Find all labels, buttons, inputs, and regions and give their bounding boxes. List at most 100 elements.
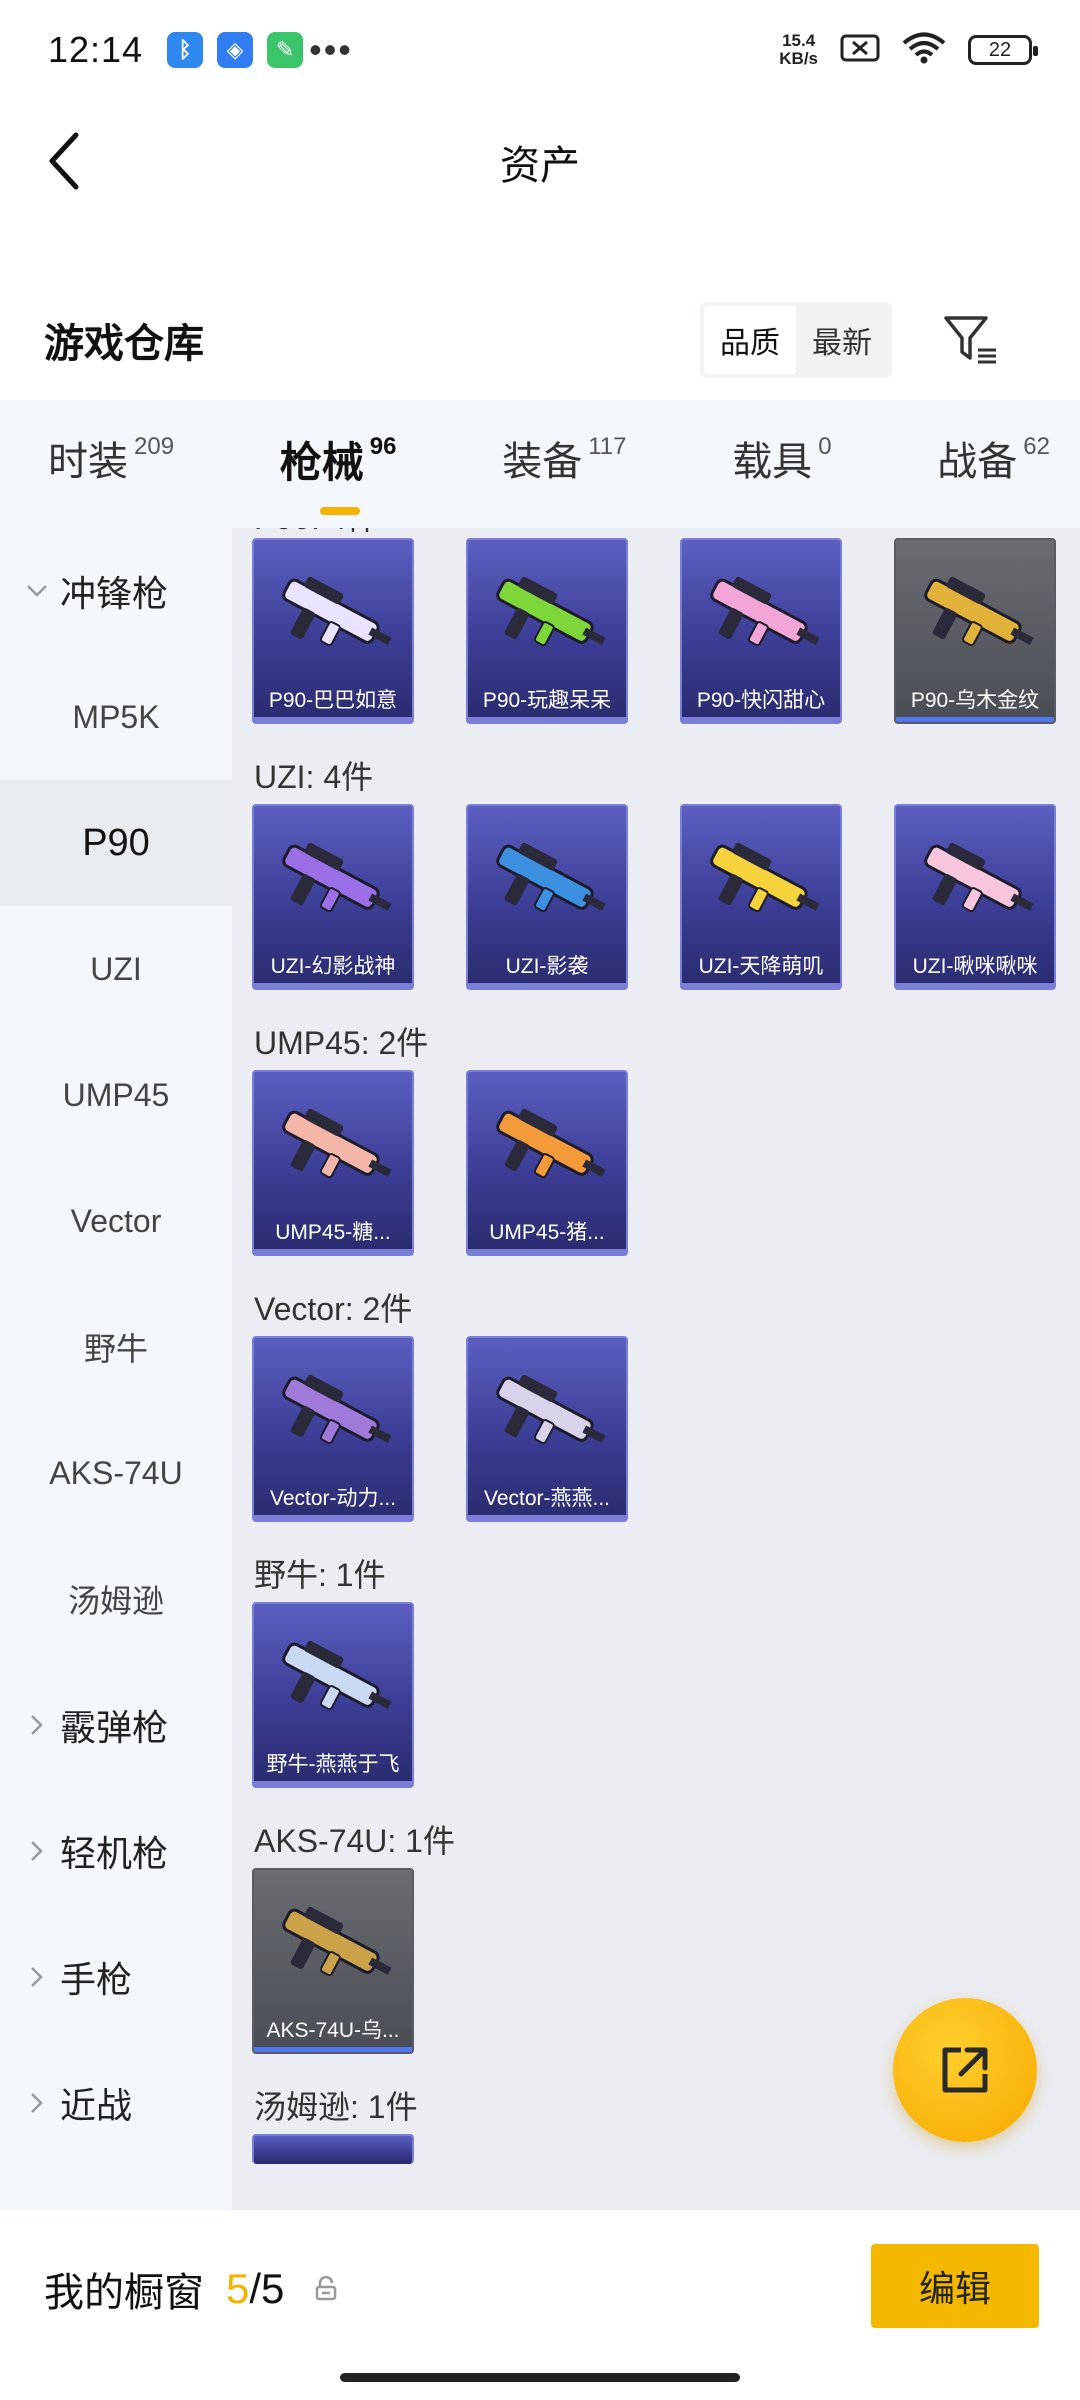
weapon-grid: P90-巴巴如意 P90-玩趣呆呆 P90-快闪甜心 P90-乌木金纹 <box>252 538 1080 724</box>
filter-button[interactable] <box>932 300 1012 380</box>
gun-skin-icon <box>692 554 832 674</box>
weapon-card[interactable]: Vector-动力... <box>252 1336 414 1522</box>
gun-skin-icon <box>478 820 618 940</box>
gun-skin-icon <box>906 820 1046 940</box>
tab-4[interactable]: 战备 62 <box>937 429 1050 499</box>
sidebar-item-label: 手枪 <box>60 1959 133 2000</box>
external-link-icon <box>942 2047 988 2093</box>
home-indicator[interactable] <box>340 2373 740 2382</box>
weapon-grid: UZI-幻影战神 UZI-影袭 UZI-天降萌叽 UZI-啾咪啾咪 <box>252 804 1080 990</box>
wifi-icon <box>902 32 946 69</box>
sidebar-item[interactable]: P90 <box>0 780 232 906</box>
weapon-card[interactable]: P90-巴巴如意 <box>252 538 414 724</box>
sort-option-newest[interactable]: 最新 <box>796 306 888 374</box>
network-speed: 15.4 KB/s <box>779 31 818 68</box>
warehouse-header: 游戏仓库 品质 最新 <box>0 280 1080 400</box>
share-fab-button[interactable] <box>893 1998 1037 2142</box>
sidebar-item-label: P90 <box>82 821 150 864</box>
weapon-list: P90: 4件 P90-巴巴如意 P90-玩趣呆呆 P90-快闪甜心 P90-乌木金纹 U… <box>232 528 1080 2210</box>
showcase-count: 5/5 <box>226 2265 285 2312</box>
sort-option-quality[interactable]: 品质 <box>704 306 796 374</box>
sidebar-item-label: AKS-74U <box>49 1454 183 1491</box>
weapon-card[interactable]: P90-快闪甜心 <box>680 538 842 724</box>
link-app-icon: ◈ <box>217 32 254 68</box>
weapon-card-label: P90-玩趣呆呆 <box>482 689 612 712</box>
gun-skin-icon <box>478 1086 618 1206</box>
sidebar-item[interactable]: Vector <box>0 1158 232 1284</box>
chevron-left-icon <box>49 132 79 190</box>
weapon-card[interactable]: UMP45-猪... <box>466 1070 628 1256</box>
tab-label: 载具 <box>732 440 813 484</box>
tab-3[interactable]: 载具 0 <box>732 429 831 499</box>
weapon-grid: 野牛-燕燕于飞 <box>252 1602 1080 1788</box>
sidebar-item-label: UMP45 <box>62 1076 170 1113</box>
status-app-icons: ᛒ ◈ ✎ <box>167 32 304 68</box>
tab-0[interactable]: 时装 209 <box>48 429 174 499</box>
sidebar-item[interactable]: AKS-74U <box>0 1410 232 1536</box>
section-title: P90: 4件 <box>252 528 1080 538</box>
weapon-card[interactable]: UMP45-糖... <box>252 1070 414 1256</box>
back-button[interactable] <box>36 126 92 196</box>
weapon-card-label: Vector-燕燕... <box>483 1487 611 1510</box>
weapon-card[interactable]: UZI-幻影战神 <box>252 804 414 990</box>
tab-2[interactable]: 装备 117 <box>502 429 626 499</box>
weapon-card[interactable]: AKS-74U-乌... <box>252 1868 414 2054</box>
section-title: UZI: 4件 <box>254 759 374 795</box>
sidebar-item[interactable]: 野牛 <box>0 1284 232 1410</box>
tab-1[interactable]: 枪械 96 <box>280 429 396 515</box>
weapon-card[interactable]: UZI-天降萌叽 <box>680 804 842 990</box>
weapon-card[interactable]: UZI-啾咪啾咪 <box>894 804 1056 990</box>
tab-count: 62 <box>1023 433 1050 460</box>
sidebar-item[interactable]: UMP45 <box>0 1032 232 1158</box>
sidebar-group[interactable]: 手枪 <box>0 1914 232 2040</box>
weapon-card[interactable]: 野牛-燕燕于飞 <box>252 1602 414 1788</box>
sidebar-item[interactable]: 汤姆逊 <box>0 1536 232 1662</box>
sidebar-item-label: 近战 <box>60 2085 133 2126</box>
weapon-card[interactable] <box>252 2134 414 2164</box>
tab-label: 装备 <box>502 440 583 484</box>
weapon-card-label: Vector-动力... <box>269 1487 397 1510</box>
sidebar-item[interactable]: UZI <box>0 906 232 1032</box>
weapon-card-label: P90-快闪甜心 <box>696 689 826 712</box>
lock-icon <box>314 2276 338 2302</box>
status-time: 12:14 <box>48 29 144 70</box>
active-tab-indicator <box>319 507 360 515</box>
tools-app-icon: ✎ <box>267 32 304 68</box>
weapon-card[interactable]: Vector-燕燕... <box>466 1336 628 1522</box>
weapon-card[interactable]: P90-乌木金纹 <box>894 538 1056 724</box>
sidebar-group[interactable]: 近战 <box>0 2040 232 2166</box>
chevron-right-icon <box>20 1966 54 1988</box>
filter-icon <box>944 316 996 364</box>
category-tabs: 时装 209 枪械 96 装备 117 载具 0 战备 62 <box>0 400 1080 528</box>
warehouse-title: 游戏仓库 <box>44 322 204 366</box>
sidebar-item[interactable]: MP5K <box>0 654 232 780</box>
status-indicators: 15.4 KB/s 22 <box>779 31 1038 69</box>
edit-button[interactable]: 编辑 <box>871 2244 1039 2328</box>
section-title: 野牛: 1件 <box>254 1557 386 1593</box>
gun-skin-icon <box>264 820 404 940</box>
chevron-down-icon <box>20 584 54 598</box>
battery-icon: 22 <box>968 35 1038 65</box>
status-bar: 12:14 ᛒ ◈ ✎ ••• 15.4 KB/s 22 <box>0 0 1080 100</box>
weapon-card-label: UMP45-糖... <box>275 1221 391 1244</box>
gun-skin-icon <box>478 554 618 674</box>
gun-skin-icon <box>264 1618 404 1738</box>
sidebar-item-label: UZI <box>90 950 142 987</box>
sidebar-group[interactable]: 冲锋枪 <box>0 528 232 654</box>
sidebar-item-label: 野牛 <box>83 1331 148 1367</box>
section-title: UMP45: 2件 <box>254 1025 429 1061</box>
sidebar-group[interactable]: 轻机枪 <box>0 1788 232 1914</box>
gun-skin-icon <box>478 1352 618 1472</box>
weapon-card[interactable]: UZI-影袭 <box>466 804 628 990</box>
gun-skin-icon <box>692 820 832 940</box>
tab-label: 时装 <box>48 440 128 484</box>
sidebar-group[interactable]: 霰弹枪 <box>0 1662 232 1788</box>
showcase-label: 我的橱窗 <box>44 2271 204 2315</box>
sidebar-item-label: MP5K <box>72 698 160 735</box>
gun-skin-icon <box>264 1352 404 1472</box>
weapon-card[interactable]: P90-玩趣呆呆 <box>466 538 628 724</box>
sidebar-item-label: 霰弹枪 <box>60 1707 169 1748</box>
section-title: AKS-74U: 1件 <box>254 1823 455 1859</box>
weapon-card-label: P90-巴巴如意 <box>268 689 398 712</box>
gun-skin-icon <box>264 1884 404 2004</box>
